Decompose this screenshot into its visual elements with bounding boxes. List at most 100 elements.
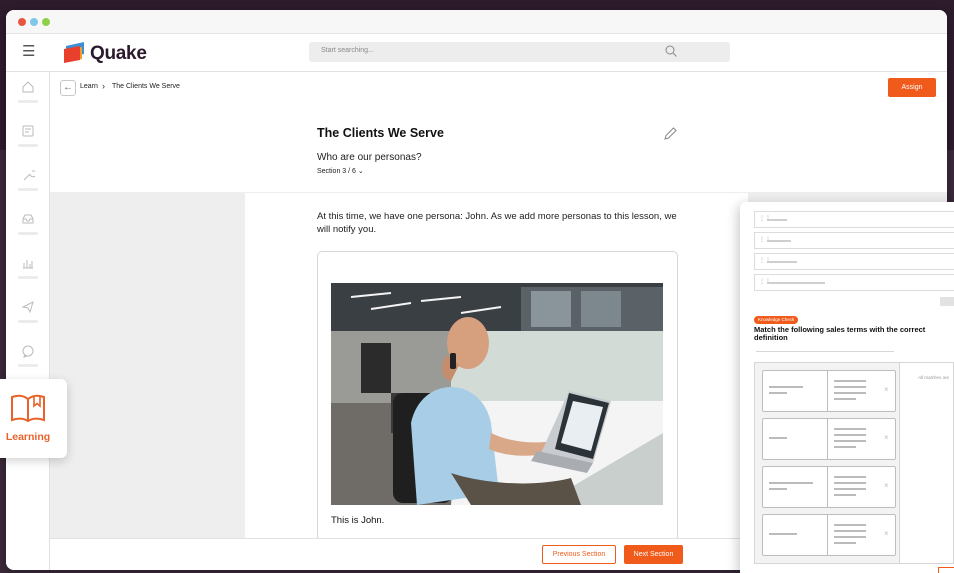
matching-pair[interactable]: × [762,370,896,412]
back-button[interactable]: ← [60,80,76,96]
knowledge-check-panel: ⋮⋮ ⋮⋮ ⋮⋮ ⋮⋮ Knowledge Check Match the fo… [740,202,954,573]
term-placeholder [769,482,813,484]
row-text-placeholder [767,261,797,263]
notes-icon [22,125,34,137]
close-icon[interactable]: × [884,481,889,490]
definition-placeholder [834,392,866,394]
close-icon[interactable]: × [884,433,889,442]
logo-wordmark: Quake [90,43,147,64]
breadcrumb-learn[interactable]: Learn [80,83,98,90]
close-icon[interactable]: × [884,529,889,538]
search-icon[interactable] [664,44,678,58]
tools-icon [23,170,35,181]
definition-placeholder [834,524,866,526]
close-icon[interactable]: × [884,385,889,394]
logo-mark-icon [64,42,84,63]
breadcrumb-current: The Clients We Serve [112,83,180,90]
sidebar-item-inbox[interactable] [14,212,42,242]
matching-pair[interactable]: × [762,514,896,556]
pencil-icon[interactable] [662,126,678,142]
term-placeholder [769,488,787,490]
row-text-placeholder [767,282,825,284]
definition-placeholder [834,536,866,538]
menu-icon[interactable]: ☰ [22,44,35,60]
sidebar [6,72,50,570]
sortable-row[interactable]: ⋮⋮ [754,253,954,270]
knowledge-check-badge: Knowledge Check [754,316,799,324]
previous-section-button[interactable]: Previous Section [542,545,616,564]
matches-note: All matches are [918,375,950,380]
assign-button[interactable]: Assign [888,78,936,97]
app-logo[interactable]: Quake [64,42,148,64]
sidebar-label-placeholder [18,320,38,323]
learning-card[interactable]: Learning [0,379,67,458]
top-bar: ☰ Quake Start searching... [6,34,947,72]
sidebar-item-analytics[interactable] [14,256,42,286]
photo-caption: This is John. [331,515,385,526]
lesson-subtitle: Who are our personas? [317,152,422,163]
next-section-button[interactable]: Next Section [624,545,683,564]
sidebar-label-placeholder [18,144,38,147]
definition-placeholder [834,542,856,544]
window-maximize-button[interactable] [42,18,50,26]
pair-divider [827,371,828,411]
pair-divider [827,467,828,507]
chevron-right-icon: › [102,81,105,91]
home-icon [22,81,34,93]
definition-placeholder [834,446,856,448]
definition-placeholder [834,440,866,442]
definition-placeholder [834,434,866,436]
sidebar-item-chat[interactable] [14,344,42,374]
term-placeholder [769,386,803,388]
window-close-button[interactable] [18,18,26,26]
send-icon [21,301,34,314]
lesson-title: The Clients We Serve [317,126,444,140]
sidebar-item-notes[interactable] [14,124,42,154]
definition-placeholder [834,476,866,478]
pair-divider [827,419,828,459]
row-text-placeholder [767,240,791,242]
chevron-down-icon: ⌄ [357,168,364,175]
persona-photo [331,283,663,505]
sidebar-label-placeholder [18,364,38,367]
sidebar-label-placeholder [18,232,38,235]
learning-label: Learning [5,431,51,443]
window-minimize-button[interactable] [30,18,38,26]
panel-action-button[interactable] [938,567,954,573]
definition-placeholder [834,488,866,490]
term-placeholder [769,437,787,439]
sortable-row[interactable]: ⋮⋮ [754,274,954,291]
sidebar-item-tools[interactable] [14,168,42,198]
pair-divider [827,515,828,555]
search-input[interactable]: Start searching... [321,47,374,54]
divider [756,351,894,352]
definition-placeholder [834,380,866,382]
sidebar-label-placeholder [18,276,38,279]
section-label: Section 3 / 6 [317,168,356,175]
sortable-row[interactable]: ⋮⋮ [754,232,954,249]
lesson-paragraph: At this time, we have one persona: John.… [317,211,677,235]
matching-pair[interactable]: × [762,466,896,508]
row-text-placeholder [767,219,787,221]
section-selector[interactable]: Section 3 / 6 ⌄ [317,167,364,175]
chat-icon [22,345,34,358]
term-placeholder [769,392,787,394]
matching-pair[interactable]: × [762,418,896,460]
sidebar-item-send[interactable] [14,300,42,330]
sortable-row[interactable]: ⋮⋮ [754,211,954,228]
answers-area: All matches are [900,362,954,564]
sidebar-label-placeholder [18,100,38,103]
sidebar-item-home[interactable] [14,80,42,110]
definition-placeholder [834,530,866,532]
book-icon [11,394,45,423]
definition-placeholder [834,386,866,388]
submit-button[interactable] [940,297,954,306]
term-placeholder [769,533,797,535]
window-titlebar [6,10,947,34]
search-bar[interactable]: Start searching... [309,42,730,62]
knowledge-check-title: Match the following sales terms with the… [754,325,926,342]
definition-placeholder [834,398,856,400]
inbox-icon [22,214,34,224]
analytics-icon [23,260,33,269]
definition-placeholder [834,494,856,496]
